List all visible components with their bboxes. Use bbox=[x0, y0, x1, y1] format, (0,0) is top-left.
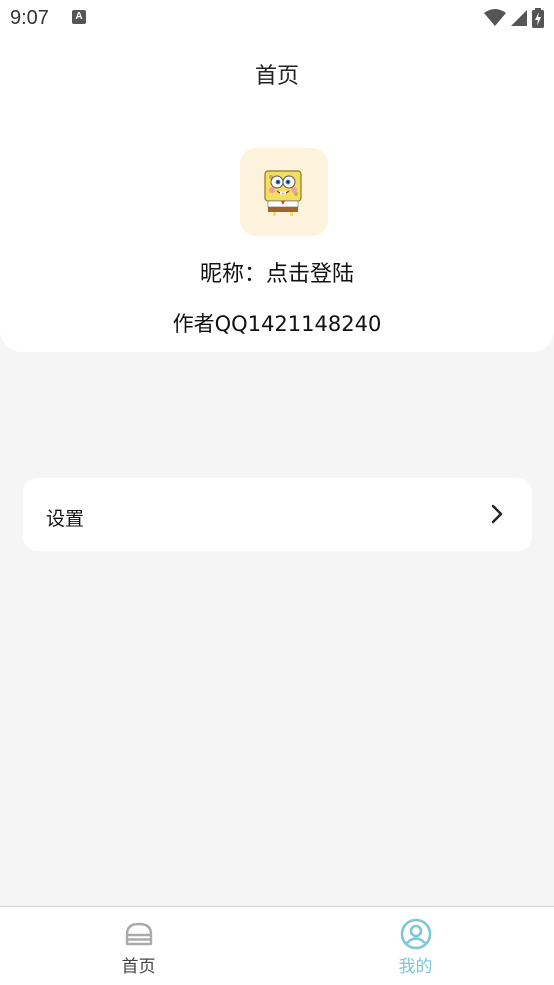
profile-header-card: 首页 昵称：点击登陆 作者QQ1421148240 bbox=[0, 0, 554, 352]
status-bar: 9:07 A bbox=[0, 0, 554, 38]
author-info: 作者QQ1421148240 bbox=[172, 312, 382, 336]
settings-row[interactable]: 设置 bbox=[23, 478, 532, 551]
page-title: 首页 bbox=[254, 64, 299, 89]
signal-icon bbox=[511, 10, 527, 26]
notification-a-icon: A bbox=[72, 10, 86, 24]
battery-charging-icon bbox=[532, 8, 544, 28]
user-icon bbox=[400, 918, 431, 950]
wifi-icon bbox=[484, 9, 506, 26]
tab-mine[interactable]: 我的 bbox=[277, 907, 554, 985]
tab-home-label: 首页 bbox=[121, 957, 156, 977]
home-icon bbox=[125, 922, 152, 946]
avatar[interactable] bbox=[240, 148, 328, 236]
tab-home[interactable]: 首页 bbox=[0, 907, 277, 985]
chevron-right-icon bbox=[491, 504, 503, 524]
settings-label: 设置 bbox=[46, 508, 85, 530]
spongebob-avatar-icon bbox=[264, 170, 302, 216]
tab-mine-label: 我的 bbox=[398, 957, 433, 977]
bottom-nav: 首页 我的 bbox=[0, 906, 554, 985]
nickname-login-link[interactable]: 昵称：点击登陆 bbox=[0, 256, 554, 288]
status-time: 9:07 bbox=[10, 7, 49, 29]
